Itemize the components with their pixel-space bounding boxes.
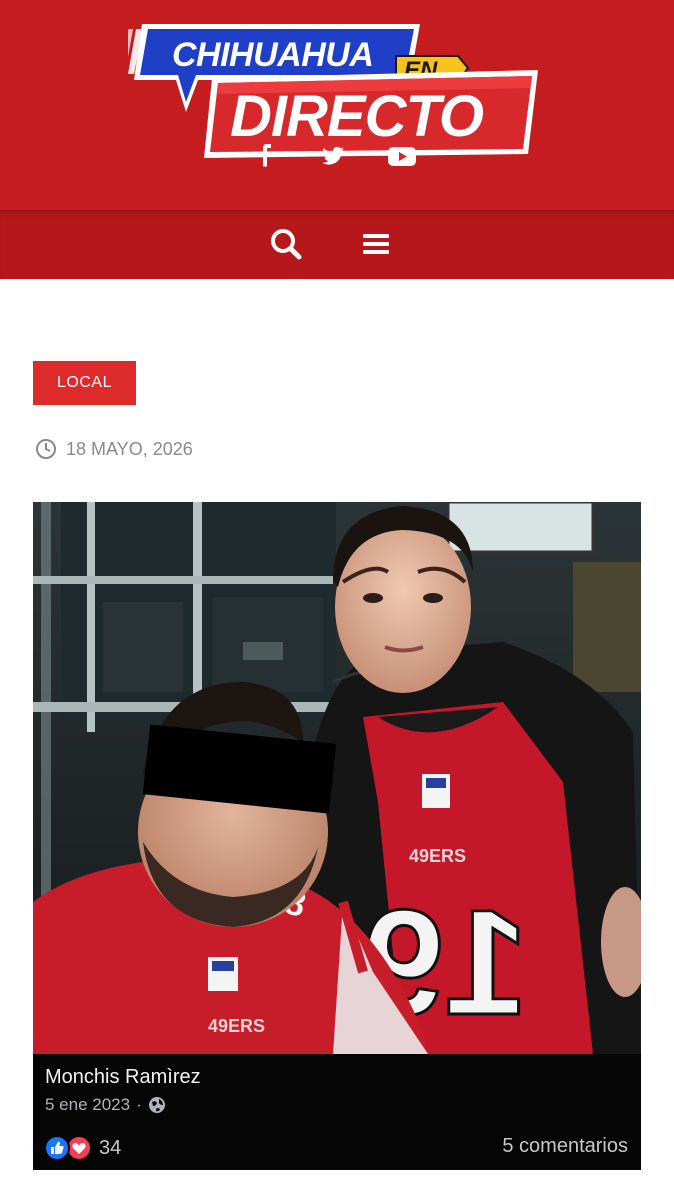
- article-date: 18 MAYO, 2026: [35, 436, 193, 462]
- search-button[interactable]: [266, 224, 306, 264]
- meta-separator: ·: [136, 1095, 142, 1114]
- globe-icon: [148, 1097, 165, 1113]
- article-photo[interactable]: 49ERS 19 49ERS 58 Monchis Ramìrez 5 ene …: [33, 502, 641, 1170]
- reactions[interactable]: 34: [43, 1134, 121, 1162]
- site-logo[interactable]: CHIHUAHUA EN DIRECTO: [128, 18, 548, 168]
- post-meta: 5 ene 2023 ·: [45, 1095, 166, 1115]
- like-love-reaction-icons: [44, 1135, 91, 1161]
- comments-link[interactable]: 5 comentarios: [502, 1135, 628, 1158]
- menu-button[interactable]: [358, 224, 394, 264]
- nav-bar: [0, 210, 674, 279]
- hamburger-menu-icon: [363, 234, 389, 254]
- logo-line3: DIRECTO: [230, 84, 484, 149]
- post-author[interactable]: Monchis Ramìrez: [45, 1066, 201, 1089]
- post-photo: 49ERS 19 49ERS 58: [33, 502, 641, 1054]
- post-date: 5 ene 2023: [45, 1095, 131, 1114]
- reaction-count: 34: [99, 1136, 122, 1159]
- clock-icon: [36, 439, 56, 459]
- site-header: CHIHUAHUA EN DIRECTO: [0, 0, 674, 210]
- category-badge[interactable]: LOCAL: [33, 361, 136, 405]
- svg-text:49ERS: 49ERS: [208, 1016, 265, 1036]
- svg-text:49ERS: 49ERS: [409, 846, 466, 866]
- youtube-icon[interactable]: [388, 147, 416, 166]
- post-info-bar: Monchis Ramìrez 5 ene 2023 · 34 5 coment…: [33, 1054, 641, 1170]
- logo-line1: CHIHUAHUA: [172, 36, 373, 74]
- date-text: 18 MAYO, 2026: [66, 438, 193, 459]
- search-icon: [271, 229, 302, 260]
